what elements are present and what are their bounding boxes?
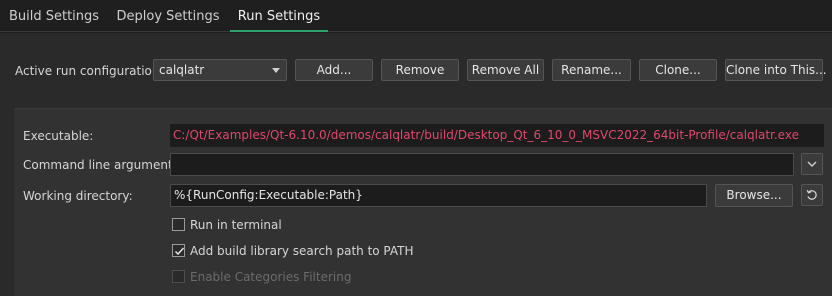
args-expand-button[interactable] [801, 153, 823, 175]
remove-all-button[interactable]: Remove All [467, 59, 544, 81]
run-in-terminal-checkbox[interactable] [172, 218, 185, 231]
active-tab-indicator [230, 30, 328, 32]
run-config-selected: calqlatr [159, 63, 205, 77]
checkmark-icon [174, 247, 185, 256]
args-label: Command line arguments: [23, 158, 183, 172]
run-in-terminal-label: Run in terminal [190, 218, 282, 232]
add-build-lib-checkbox[interactable] [172, 244, 185, 257]
chevron-down-icon [807, 161, 817, 167]
reset-icon [806, 189, 817, 200]
executable-path: C:/Qt/Examples/Qt-6.10.0/demos/calqlatr/… [170, 124, 824, 147]
add-build-lib-label: Add build library search path to PATH [190, 244, 414, 258]
executable-label: Executable: [23, 129, 94, 143]
workdir-input[interactable]: %{RunConfig:Executable:Path} [170, 184, 707, 207]
tab-run-settings[interactable]: Run Settings [230, 0, 328, 32]
active-run-config-label: Active run configuration: [15, 64, 164, 78]
tab-build-settings[interactable]: Build Settings [0, 0, 108, 32]
enable-categories-checkbox [172, 270, 185, 283]
tab-build-settings-label: Build Settings [8, 9, 100, 24]
run-config-combo[interactable]: calqlatr [153, 59, 287, 81]
clone-button[interactable]: Clone... [639, 59, 717, 81]
tab-deploy-settings[interactable]: Deploy Settings [108, 0, 228, 32]
remove-button[interactable]: Remove [381, 59, 459, 81]
workdir-reset-button[interactable] [801, 184, 823, 206]
workdir-label: Working directory: [23, 189, 133, 203]
browse-button[interactable]: Browse... [715, 184, 793, 207]
args-input[interactable] [170, 153, 794, 176]
add-button[interactable]: Add... [295, 59, 373, 81]
clone-into-button[interactable]: Clone into This... [725, 59, 827, 81]
tab-deploy-settings-label: Deploy Settings [116, 9, 220, 24]
tab-run-settings-label: Run Settings [237, 9, 321, 24]
chevron-down-icon [272, 68, 280, 73]
tab-bar: Build Settings Deploy Settings Run Setti… [0, 0, 832, 32]
enable-categories-label: Enable Categories Filtering [190, 270, 352, 284]
rename-button[interactable]: Rename... [552, 59, 631, 81]
